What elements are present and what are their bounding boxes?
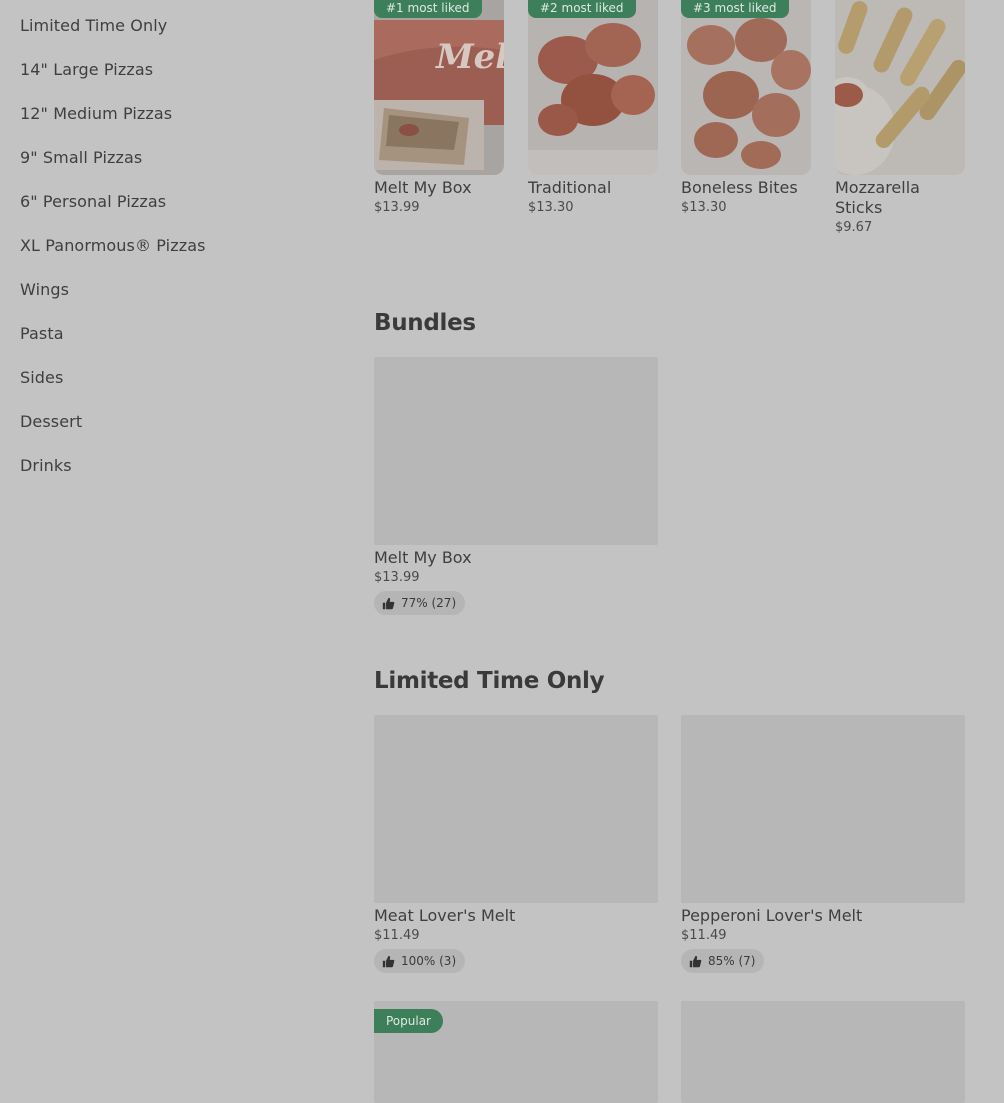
item-name: Pepperoni Lover's Melt [681, 906, 863, 925]
item-name: Meat Lover's Melt [374, 906, 516, 925]
product-image-placeholder [681, 715, 965, 903]
product-card-melt-my-box[interactable]: Melt My Box $13.99 77% (27) [374, 357, 658, 615]
sidebar-item-sides[interactable]: Sides [20, 366, 320, 410]
item-name: Boneless Bites [681, 178, 798, 197]
item-price: $13.99 [374, 570, 420, 585]
sidebar-item-12-medium-pizzas[interactable]: 12" Medium Pizzas [20, 102, 320, 146]
item-name: Melt My Box [374, 178, 472, 197]
section-title-bundles: Bundles [374, 310, 476, 336]
item-name: Traditional [528, 178, 612, 197]
most-liked-card-mozzarella-sticks[interactable]: Mozzarella Sticks $9.67 [835, 0, 965, 235]
rating-text: 100% (3) [401, 954, 457, 968]
most-liked-card-boneless-bites[interactable]: #3 most liked Boneless Bites $13.30 [681, 0, 811, 215]
product-card-meat-lovers-melt[interactable]: Meat Lover's Melt $11.49 100% (3) [374, 715, 658, 973]
sidebar-item-14-large-pizzas[interactable]: 14" Large Pizzas [20, 58, 320, 102]
item-price: $11.49 [374, 928, 420, 943]
sidebar-item-9-small-pizzas[interactable]: 9" Small Pizzas [20, 146, 320, 190]
rating-badge: 85% (7) [681, 949, 765, 973]
item-price: $11.49 [681, 928, 727, 943]
popular-badge: Popular [374, 1009, 443, 1033]
most-liked-carousel: Melt #1 most liked Melt My Box $13.99 [374, 0, 1004, 250]
item-name: Mozzarella Sticks [835, 178, 920, 217]
thumbs-up-icon [382, 597, 395, 609]
item-price: $13.99 [374, 200, 420, 215]
mozzarella-sticks-image [835, 0, 965, 175]
traditional-wings-image: #2 most liked [528, 0, 658, 175]
rating-text: 77% (27) [401, 596, 457, 610]
thumbs-up-icon [689, 955, 702, 967]
most-liked-rank-badge: #2 most liked [528, 0, 636, 18]
product-image-placeholder [374, 715, 658, 903]
item-price: $9.67 [835, 220, 873, 235]
sidebar-item-drinks[interactable]: Drinks [20, 454, 320, 498]
sidebar-item-pasta[interactable]: Pasta [20, 322, 320, 366]
rating-badge: 77% (27) [374, 591, 466, 615]
product-card[interactable] [681, 1001, 965, 1103]
category-sidebar: Limited Time Only 14" Large Pizzas 12" M… [20, 14, 320, 498]
sidebar-item-6-personal-pizzas[interactable]: 6" Personal Pizzas [20, 190, 320, 234]
item-name: Melt My Box [374, 548, 472, 567]
sidebar-item-wings[interactable]: Wings [20, 278, 320, 322]
product-card-pepperoni-lovers-melt[interactable]: Pepperoni Lover's Melt $11.49 85% (7) [681, 715, 965, 973]
most-liked-rank-badge: #3 most liked [681, 0, 789, 18]
menu-content: Melt #1 most liked Melt My Box $13.99 [374, 0, 1004, 1103]
item-price: $13.30 [528, 200, 574, 215]
product-image-placeholder [681, 1001, 965, 1103]
product-image-placeholder: Popular [374, 1001, 658, 1103]
section-title-limited-time-only: Limited Time Only [374, 668, 605, 694]
sidebar-item-xl-panormous-pizzas[interactable]: XL Panormous® Pizzas [20, 234, 320, 278]
most-liked-card-melt-my-box[interactable]: Melt #1 most liked Melt My Box $13.99 [374, 0, 504, 215]
item-price: $13.30 [681, 200, 727, 215]
product-card-popular[interactable]: Popular [374, 1001, 658, 1103]
sidebar-item-limited-time-only[interactable]: Limited Time Only [20, 14, 320, 58]
rating-text: 85% (7) [708, 954, 756, 968]
svg-text:Melt: Melt [435, 37, 504, 77]
melt-my-box-image: Melt #1 most liked [374, 0, 504, 175]
rating-badge: 100% (3) [374, 949, 466, 973]
most-liked-rank-badge: #1 most liked [374, 0, 482, 18]
thumbs-up-icon [382, 955, 395, 967]
boneless-bites-image: #3 most liked [681, 0, 811, 175]
product-image-placeholder [374, 357, 658, 545]
sidebar-item-dessert[interactable]: Dessert [20, 410, 320, 454]
most-liked-card-traditional[interactable]: #2 most liked Traditional $13.30 [528, 0, 658, 215]
